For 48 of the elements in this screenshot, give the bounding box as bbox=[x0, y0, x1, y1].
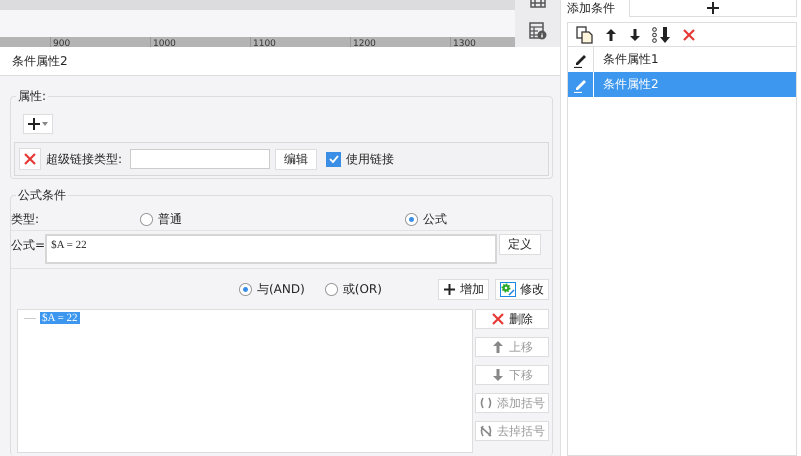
radio-label: 普通 bbox=[158, 210, 182, 228]
plus-icon bbox=[707, 2, 719, 14]
caret-icon bbox=[42, 122, 48, 126]
radio-label: 与(AND) bbox=[257, 280, 305, 298]
side-button: 上移 bbox=[475, 337, 549, 357]
parentheses-icon bbox=[479, 396, 493, 410]
field-label: 公式= bbox=[11, 237, 46, 254]
side-button: 添加括号 bbox=[475, 393, 549, 413]
side-button[interactable]: 删除 bbox=[475, 309, 549, 329]
checkbox-label: 使用链接 bbox=[346, 150, 394, 168]
radio-button[interactable] bbox=[140, 212, 154, 226]
define-button[interactable]: 定义 bbox=[499, 234, 542, 255]
check-icon bbox=[328, 154, 339, 164]
remove-parentheses-icon bbox=[479, 424, 493, 438]
group-legend: 公式条件 bbox=[16, 187, 68, 204]
group-legend: 属性: bbox=[16, 88, 48, 105]
radio-button[interactable] bbox=[324, 282, 338, 296]
link-type-field[interactable] bbox=[130, 149, 270, 169]
field-label: 超级链接类型: bbox=[46, 150, 122, 168]
plus-icon bbox=[443, 282, 456, 296]
side-button: 下移 bbox=[475, 365, 549, 385]
down-arrow-icon bbox=[491, 368, 505, 382]
modify-button[interactable]: 修改 bbox=[495, 278, 549, 300]
move-to-bottom-icon bbox=[652, 26, 672, 42]
up-arrow-icon bbox=[604, 28, 618, 42]
close-icon bbox=[23, 152, 37, 166]
add-dropdown-button[interactable] bbox=[23, 114, 53, 134]
section-label: 添加条件 bbox=[567, 0, 616, 16]
up-arrow-icon bbox=[491, 340, 505, 354]
plus-icon bbox=[27, 117, 41, 131]
delete-icon bbox=[682, 28, 696, 42]
close-icon bbox=[491, 312, 505, 326]
side-button: 去掉括号 bbox=[475, 421, 549, 441]
add-button[interactable]: 增加 bbox=[438, 278, 489, 300]
radio-label: 公式 bbox=[423, 210, 448, 228]
radio-label: 或(OR) bbox=[342, 280, 382, 298]
table-info-icon bbox=[528, 22, 546, 40]
radio-button[interactable] bbox=[239, 282, 252, 296]
edit-button[interactable]: 编辑 bbox=[275, 148, 318, 170]
checkbox[interactable] bbox=[326, 152, 342, 166]
formula-field[interactable]: $A = 22 bbox=[45, 234, 498, 264]
radio-button[interactable] bbox=[405, 212, 418, 226]
grid-icon bbox=[530, 0, 546, 8]
down-arrow-icon bbox=[628, 28, 642, 42]
gear-icon bbox=[500, 282, 516, 296]
remove-button[interactable] bbox=[19, 148, 41, 170]
copy-icon bbox=[576, 26, 594, 44]
field-label: 类型: bbox=[11, 210, 40, 228]
